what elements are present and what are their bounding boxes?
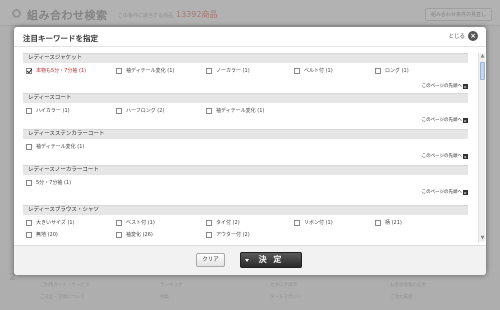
back-to-top-label: このページの先頭へ <box>421 84 462 89</box>
keyword-label: 袖ディテール変化 (1) <box>126 68 175 74</box>
checkbox[interactable] <box>116 231 122 238</box>
keyword-checkbox[interactable]: ハイカラー (1) <box>26 107 70 114</box>
checkbox[interactable] <box>116 67 122 74</box>
section-heading: レディースブラウス・シャツ <box>23 205 468 215</box>
checkbox[interactable] <box>206 231 212 238</box>
checkbox[interactable] <box>116 107 122 114</box>
checkbox[interactable] <box>26 231 32 238</box>
keyword-checkbox[interactable]: リボン付 (1) <box>294 219 333 226</box>
keyword-checkbox[interactable]: 袖ディテール変化 (1) <box>26 143 84 150</box>
checkbox[interactable] <box>206 67 212 74</box>
close-label: とじる <box>448 34 465 40</box>
keyword-label: 無地 (20) <box>36 232 58 238</box>
keyword-label: ロング (1) <box>385 68 409 74</box>
checkbox[interactable] <box>375 67 381 74</box>
checkbox[interactable] <box>294 67 300 74</box>
checkbox[interactable] <box>294 219 300 226</box>
modal-header: 注目キーワードを指定 とじる × <box>14 27 486 47</box>
section-heading: レディースステンカラーコート <box>23 129 468 139</box>
keyword-section: レディースノーカラーコート 5分・7分袖 (1) このページの先頭へ ▸ <box>23 165 468 197</box>
back-to-top-link[interactable]: このページの先頭へ ▸ <box>422 83 468 89</box>
keyword-checkbox[interactable]: 柄 (21) <box>375 219 402 226</box>
arrow-right-icon: ▸ <box>463 153 468 159</box>
section-heading: レディースノーカラーコート <box>23 165 468 175</box>
scroll-down-icon[interactable]: ▼ <box>479 235 486 242</box>
checkbox[interactable] <box>26 143 32 150</box>
keyword-label: 袖ディテール変化 (1) <box>216 108 265 114</box>
keyword-label: 大きいサイズ (1) <box>36 220 75 226</box>
back-to-top-label: このページの先頭へ <box>421 118 462 123</box>
keyword-section: レディースステンカラーコート 袖ディテール変化 (1) このページの先頭へ ▸ <box>23 129 468 161</box>
keyword-section: レディースブラウス・シャツ 大きいサイズ (1) ベスト付 (1) タイ付 (2… <box>23 205 468 242</box>
keyword-checkbox[interactable]: ハーフロング (2) <box>116 107 164 114</box>
keyword-label: ハーフロング (2) <box>126 108 165 114</box>
keyword-label: アウター付 (2) <box>216 232 250 238</box>
checkbox[interactable] <box>26 107 32 114</box>
keyword-label: 袖ディテール変化 (1) <box>36 144 85 150</box>
checkbox[interactable] <box>26 219 32 226</box>
close-button[interactable]: とじる × <box>448 31 478 41</box>
section-heading: レディースジャケット <box>23 53 468 63</box>
keyword-checkbox[interactable]: タイ付 (2) <box>206 219 240 226</box>
checkbox[interactable] <box>206 219 212 226</box>
keyword-section: レディースコート ハイカラー (1) ハーフロング (2) 袖ディテール変化 (… <box>23 93 468 125</box>
checkbox[interactable] <box>116 219 122 226</box>
keyword-checkbox[interactable]: 袖ディテール変化 (1) <box>206 107 264 114</box>
arrow-right-icon: ▸ <box>463 117 468 123</box>
scroll-up-icon[interactable]: ▲ <box>479 53 486 60</box>
submit-button[interactable]: 決 定 <box>240 252 302 268</box>
checkbox[interactable] <box>375 219 381 226</box>
checkbox[interactable] <box>26 179 32 186</box>
keyword-checkbox[interactable]: 袖変化 (26) <box>116 231 153 238</box>
keyword-checkbox[interactable]: 袖ディテール変化 (1) <box>116 67 174 74</box>
keyword-checkbox[interactable]: 本物も5分・7分袖 (1) <box>26 67 86 74</box>
keyword-checkbox[interactable]: ノーカラー (1) <box>206 67 250 74</box>
arrow-right-icon: ▸ <box>463 83 468 89</box>
clear-button[interactable]: クリア <box>196 253 225 267</box>
modal-footer: クリア 決 定 <box>14 245 486 275</box>
keyword-checkbox[interactable]: ベルト付 (1) <box>294 67 333 74</box>
keyword-checkbox[interactable]: 大きいサイズ (1) <box>26 219 75 226</box>
back-to-top-label: このページの先頭へ <box>421 190 462 195</box>
keyword-label: タイ付 (2) <box>216 220 240 226</box>
vertical-scrollbar[interactable]: ▲ ▼ <box>478 53 485 242</box>
scroll-thumb[interactable] <box>480 62 485 80</box>
keyword-checkbox[interactable]: 無地 (20) <box>26 231 58 238</box>
keyword-checkbox[interactable]: ベスト付 (1) <box>116 219 155 226</box>
keyword-label: ベスト付 (1) <box>126 220 155 226</box>
keyword-label: 柄 (21) <box>385 220 402 226</box>
chevron-down-icon <box>245 259 249 262</box>
modal-title: 注目キーワードを指定 <box>23 34 98 43</box>
keyword-checkbox[interactable]: アウター付 (2) <box>206 231 250 238</box>
keyword-label: 本物も5分・7分袖 (1) <box>36 68 87 74</box>
keyword-checkbox[interactable]: 5分・7分袖 (1) <box>26 179 71 186</box>
submit-label: 決 定 <box>258 255 284 264</box>
back-to-top-label: このページの先頭へ <box>421 154 462 159</box>
arrow-right-icon: ▸ <box>463 189 468 195</box>
back-to-top-link[interactable]: このページの先頭へ ▸ <box>422 117 468 123</box>
section-heading: レディースコート <box>23 93 468 103</box>
modal-body[interactable]: レディースジャケット 本物も5分・7分袖 (1) 袖ディテール変化 (1) ノー… <box>23 53 486 242</box>
keyword-label: ノーカラー (1) <box>216 68 250 74</box>
back-to-top-link[interactable]: このページの先頭へ ▸ <box>422 153 468 159</box>
keyword-checkbox[interactable]: ロング (1) <box>375 67 409 74</box>
back-to-top-link[interactable]: このページの先頭へ ▸ <box>422 189 468 195</box>
keyword-label: 5分・7分袖 (1) <box>36 180 72 186</box>
keyword-label: ベルト付 (1) <box>304 68 333 74</box>
checkbox[interactable] <box>26 67 32 74</box>
keyword-label: 袖変化 (26) <box>126 232 153 238</box>
keyword-label: ハイカラー (1) <box>36 108 70 114</box>
checkbox[interactable] <box>206 107 212 114</box>
close-icon: × <box>468 31 478 41</box>
keyword-modal: 注目キーワードを指定 とじる × レディースジャケット 本物も5分・7分袖 (1… <box>14 27 486 275</box>
keyword-label: リボン付 (1) <box>304 220 333 226</box>
